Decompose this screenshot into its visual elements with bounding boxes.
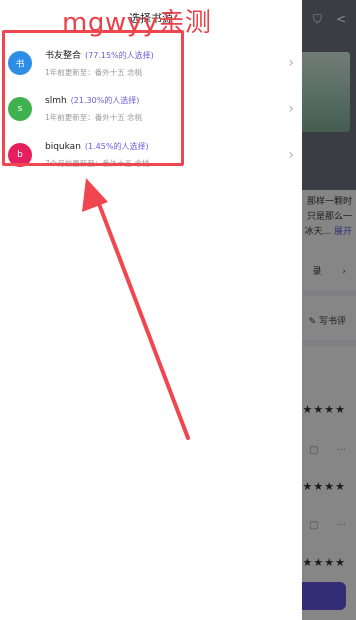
- annotation-arrow: [82, 178, 190, 440]
